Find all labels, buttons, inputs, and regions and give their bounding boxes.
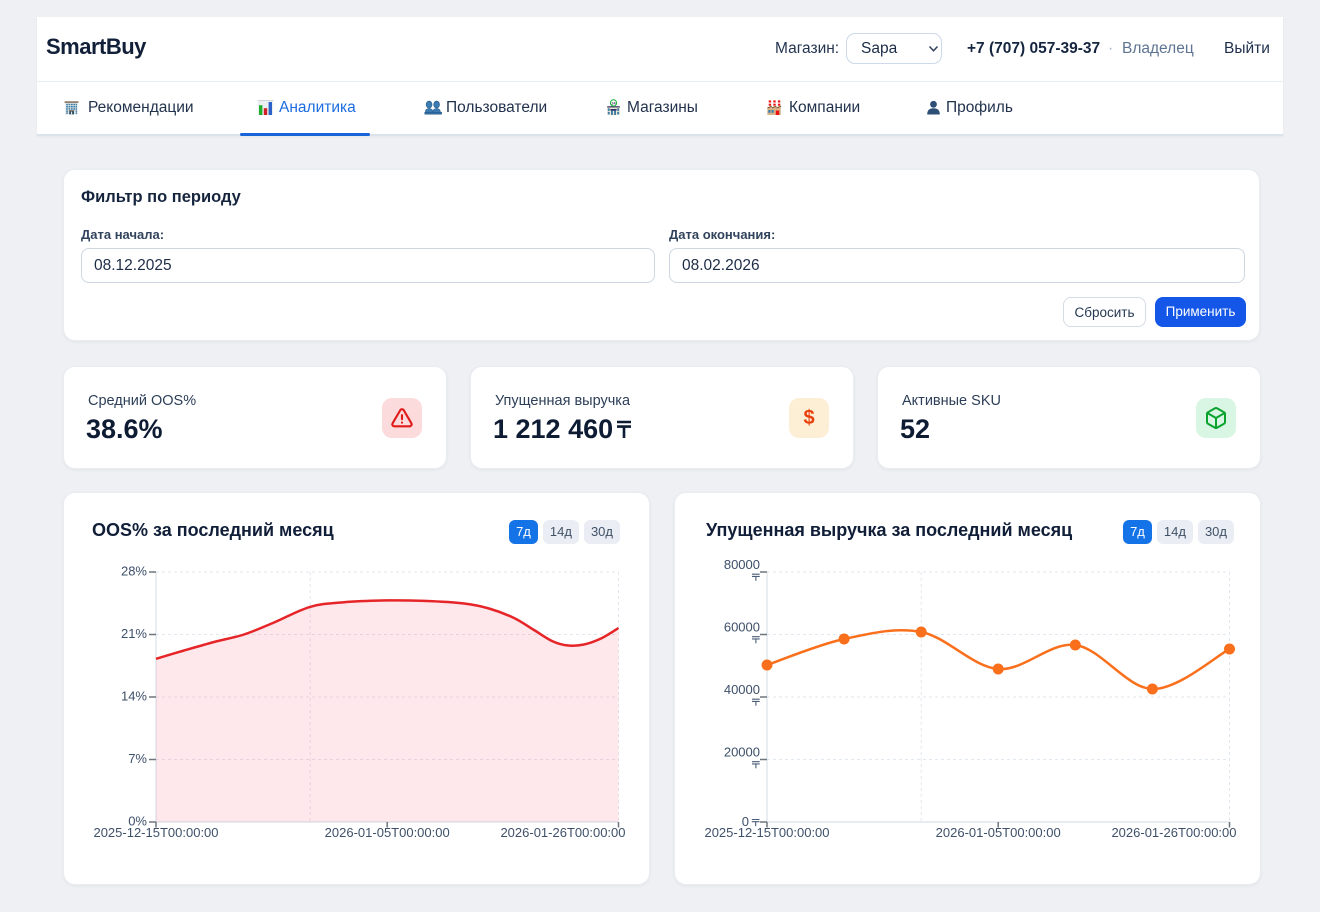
svg-text:7%: 7% — [128, 751, 147, 766]
svg-text:28%: 28% — [121, 564, 147, 579]
svg-text:14%: 14% — [121, 689, 147, 704]
svg-text:40000: 40000 — [724, 682, 760, 697]
svg-text:2026-01-05T00:00:00: 2026-01-05T00:00:00 — [325, 825, 450, 840]
svg-text:21%: 21% — [121, 626, 147, 641]
svg-text:20000: 20000 — [724, 745, 760, 760]
svg-text:2025-12-15T00:00:00: 2025-12-15T00:00:00 — [93, 825, 218, 840]
svg-text:2026-01-26T00:00:00: 2026-01-26T00:00:00 — [1111, 825, 1236, 840]
svg-text:2025-12-15T00:00:00: 2025-12-15T00:00:00 — [704, 825, 829, 840]
svg-text:2026-01-05T00:00:00: 2026-01-05T00:00:00 — [936, 825, 1061, 840]
svg-text:60000: 60000 — [724, 620, 760, 635]
svg-text:2026-01-26T00:00:00: 2026-01-26T00:00:00 — [500, 825, 625, 840]
svg-text:80000: 80000 — [724, 557, 760, 572]
